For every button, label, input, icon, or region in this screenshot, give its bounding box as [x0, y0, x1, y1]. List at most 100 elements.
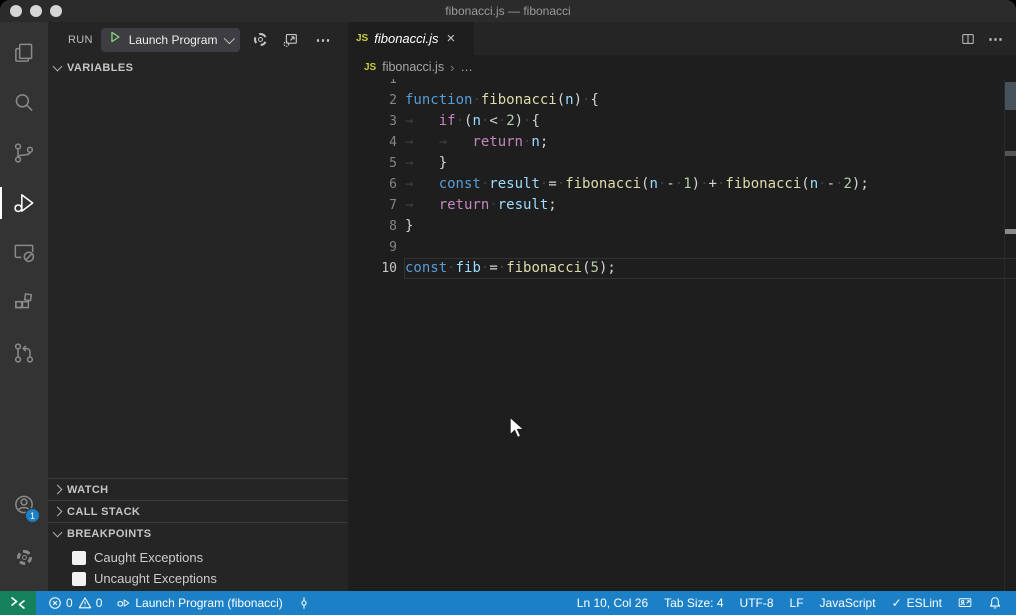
more-actions-button[interactable]: ⋯	[315, 31, 331, 49]
debug-console-button[interactable]	[281, 31, 299, 49]
checkbox-unchecked[interactable]	[72, 572, 86, 586]
section-breakpoints[interactable]: BREAKPOINTS	[48, 522, 348, 544]
code-text: const·fib·=·fibonacci(5);	[405, 258, 1016, 279]
code-line-3[interactable]: 3→if·(n·<·2)·{	[348, 111, 1016, 132]
eol-status[interactable]: LF	[790, 591, 804, 615]
extensions-icon	[11, 290, 37, 316]
breadcrumb-symbol[interactable]: …	[460, 60, 473, 74]
gear-icon	[254, 33, 267, 46]
language-status[interactable]: JavaScript	[820, 591, 876, 615]
line-number[interactable]: 3	[348, 111, 397, 132]
commit-status[interactable]	[297, 591, 311, 615]
check-icon: ✓	[892, 596, 902, 610]
sidebar-item-explorer[interactable]	[0, 28, 48, 78]
call-stack-header-label: CALL STACK	[67, 506, 140, 518]
breakpoint-label: Caught Exceptions	[94, 550, 203, 565]
code-text: →return·result;	[405, 195, 1016, 216]
breakpoint-uncaught-exceptions[interactable]: Uncaught Exceptions	[48, 568, 348, 589]
breakpoints-header-label: BREAKPOINTS	[67, 528, 151, 540]
run-debug-sidebar: RUN Launch Program ⋯ VARIABLES	[48, 22, 348, 591]
activity-bar: 1	[0, 22, 48, 591]
line-number[interactable]: 10	[348, 258, 397, 279]
debug-status-label: Launch Program (fibonacci)	[135, 596, 282, 610]
line-number[interactable]: 8	[348, 216, 397, 237]
code-line-8[interactable]: 8}	[348, 216, 1016, 237]
editor-group: JS fibonacci.js × ⋯ JS fibonacci.js › …	[348, 22, 1016, 591]
files-icon	[11, 40, 37, 66]
tab-bar: JS fibonacci.js × ⋯	[348, 22, 1016, 55]
run-toolbar: RUN Launch Program ⋯	[48, 22, 348, 57]
breakpoint-caught-exceptions[interactable]: Caught Exceptions	[48, 547, 348, 568]
breadcrumb-file[interactable]: fibonacci.js	[382, 60, 444, 74]
remote-explorer-icon	[11, 240, 37, 266]
encoding-status[interactable]: UTF-8	[740, 591, 774, 615]
line-number[interactable]: 9	[348, 237, 397, 258]
breadcrumb[interactable]: JS fibonacci.js › …	[348, 55, 1016, 79]
run-label: RUN	[68, 34, 93, 46]
sidebar-item-pull-requests[interactable]	[0, 328, 48, 378]
start-debug-icon[interactable]	[108, 30, 122, 49]
chevron-down-icon	[53, 527, 63, 537]
editor-more-actions-button[interactable]: ⋯	[988, 30, 1004, 48]
run-and-debug-icon	[11, 190, 37, 216]
section-call-stack[interactable]: CALL STACK	[48, 500, 348, 522]
feedback-button[interactable]	[958, 591, 972, 615]
code-editor[interactable]: 12function·fibonacci(n)·{3→if·(n·<·2)·{4…	[348, 79, 1016, 591]
launch-config-dropdown[interactable]: Launch Program	[101, 28, 241, 52]
javascript-file-icon: JS	[364, 62, 376, 73]
sidebar-item-extensions[interactable]	[0, 278, 48, 328]
sidebar-item-remote-explorer[interactable]	[0, 228, 48, 278]
sidebar-item-run-and-debug[interactable]	[0, 178, 48, 228]
code-line-2[interactable]: 2function·fibonacci(n)·{	[348, 90, 1016, 111]
section-variables[interactable]: VARIABLES	[48, 57, 348, 79]
debug-status[interactable]: Launch Program (fibonacci)	[116, 591, 282, 615]
line-number[interactable]: 5	[348, 153, 397, 174]
sidebar-item-source-control[interactable]	[0, 128, 48, 178]
line-number[interactable]: 6	[348, 174, 397, 195]
code-line-9[interactable]: 9	[348, 237, 1016, 258]
problems-status[interactable]: 0 0	[48, 591, 102, 615]
tab-fibonacci-js[interactable]: JS fibonacci.js ×	[348, 22, 474, 55]
notifications-button[interactable]	[988, 591, 1002, 615]
configure-launch-button[interactable]	[254, 33, 267, 46]
overview-ruler-mark	[1005, 151, 1016, 156]
manage-button[interactable]	[0, 531, 48, 583]
code-line-10[interactable]: 10 const·fib·=·fibonacci(5);	[348, 258, 1016, 279]
code-text	[405, 79, 1016, 90]
section-watch[interactable]: WATCH	[48, 478, 348, 500]
variables-body	[48, 79, 348, 478]
code-lines: 12function·fibonacci(n)·{3→if·(n·<·2)·{4…	[348, 79, 1016, 279]
eslint-status[interactable]: ✓ ESLint	[892, 591, 942, 615]
code-line-7[interactable]: 7 →return·result;	[348, 195, 1016, 216]
status-bar: 0 0 Launch Program (fibonacci) Ln 10, Co…	[0, 591, 1016, 615]
line-number[interactable]: 4	[348, 132, 397, 153]
remote-indicator[interactable]	[0, 591, 36, 615]
error-icon	[48, 596, 62, 610]
accounts-button[interactable]: 1	[0, 479, 48, 531]
sidebar-item-search[interactable]	[0, 78, 48, 128]
cursor-position-status[interactable]: Ln 10, Col 26	[577, 591, 648, 615]
code-line-6[interactable]: 6→const·result·=·fibonacci(n·-·1)·+·fibo…	[348, 174, 1016, 195]
overview-ruler-mark	[1005, 82, 1016, 110]
breakpoint-label: Uncaught Exceptions	[94, 571, 217, 586]
code-text	[405, 237, 1016, 258]
code-line-5[interactable]: 5→}	[348, 153, 1016, 174]
debug-console-icon	[281, 31, 299, 49]
chevron-down-icon	[224, 32, 235, 43]
remote-icon	[9, 596, 27, 610]
line-number[interactable]: 7	[348, 195, 397, 216]
code-text: }	[405, 216, 1016, 237]
code-line-1[interactable]: 1	[348, 79, 1016, 90]
checkbox-unchecked[interactable]	[72, 551, 86, 565]
tab-size-status[interactable]: Tab Size: 4	[664, 591, 723, 615]
chevron-down-icon	[53, 62, 63, 72]
code-line-4[interactable]: 4→→return·n;	[348, 132, 1016, 153]
watch-header-label: WATCH	[67, 484, 109, 496]
source-control-icon	[11, 140, 37, 166]
vscode-window: fibonacci.js — fibonacci	[0, 0, 1016, 615]
split-editor-button[interactable]	[960, 31, 976, 47]
close-tab-icon[interactable]: ×	[447, 31, 456, 46]
line-number[interactable]: 2	[348, 90, 397, 111]
account-badge: 1	[25, 508, 40, 523]
line-number[interactable]: 1	[348, 79, 397, 90]
